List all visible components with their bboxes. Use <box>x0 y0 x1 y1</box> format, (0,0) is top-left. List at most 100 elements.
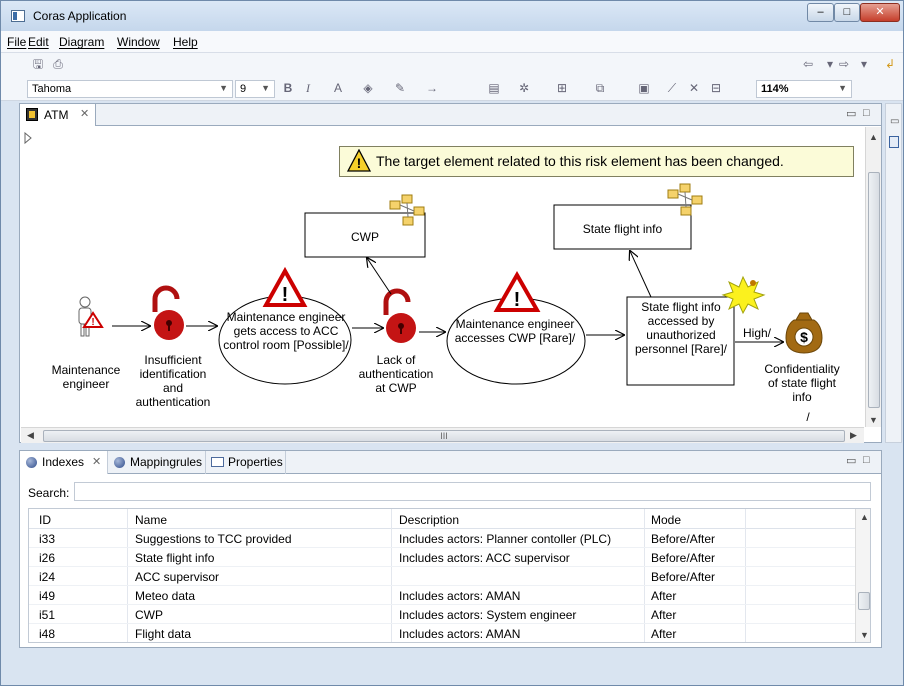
diagram-file-icon <box>26 108 38 121</box>
vulnerability-label-2[interactable]: Lack of authentication at CWP <box>353 353 439 395</box>
menu-file[interactable]: File <box>7 35 26 49</box>
minimize-panel-icon[interactable]: ▭ <box>846 454 856 467</box>
menu-edit[interactable]: Edit <box>28 35 49 49</box>
open-padlock-icon-2 <box>383 288 416 343</box>
search-input[interactable] <box>74 482 871 501</box>
actor-label[interactable]: Maintenance engineer <box>49 363 123 391</box>
cell-name: Flight data <box>135 627 192 641</box>
vulnerability-label-1[interactable]: Insufficient identification and authenti… <box>133 353 213 409</box>
cell-id: i24 <box>39 570 56 584</box>
save-icon[interactable]: 🖫 <box>31 57 45 71</box>
fill-color-icon[interactable]: ◈ <box>361 81 375 95</box>
tab-mappingrules-label: Mappingrules <box>130 455 203 469</box>
cell-id: i33 <box>39 532 56 546</box>
arrange-icon[interactable]: ✲ <box>517 81 531 95</box>
table-row[interactable]: i49 Meteo data Includes actors: AMAN Aft… <box>29 586 855 605</box>
svg-text:$: $ <box>800 329 808 345</box>
tab-indexes[interactable]: Indexes ✕ <box>20 451 108 474</box>
app-window: Coras Application – □ ✕ File Edit Diagra… <box>0 0 904 686</box>
money-bag-icon: $ <box>785 312 823 354</box>
tab-atm[interactable]: ATM ✕ <box>20 104 96 126</box>
print-icon[interactable]: ⎙ <box>51 57 65 71</box>
tab-mappingrules[interactable]: Mappingrules <box>108 451 206 474</box>
cell-name: Meteo data <box>135 589 196 603</box>
scenario-label-2[interactable]: Maintenance engineer accesses CWP [Rare]… <box>448 317 582 345</box>
editor-horizontal-scrollbar[interactable]: ◀ III ▶ <box>21 427 864 443</box>
zoom-value: 114% <box>761 83 789 95</box>
maximize-panel-icon[interactable]: □ <box>863 107 870 119</box>
close-tab-icon[interactable]: ✕ <box>92 455 101 468</box>
cell-id: i26 <box>39 551 56 565</box>
diagram-canvas[interactable]: ! ! ! $ ! The target element related to … <box>21 127 864 427</box>
select-all-icon[interactable]: ▤ <box>487 81 501 95</box>
cell-description: Includes actors: AMAN <box>399 589 521 603</box>
cell-mode: After <box>651 589 677 603</box>
col-name-header[interactable]: Name <box>135 513 167 527</box>
table-row[interactable]: i51 CWP Includes actors: System engineer… <box>29 605 855 624</box>
zoom-fit-icon[interactable]: ▣ <box>637 81 651 95</box>
scroll-down-icon[interactable]: ▼ <box>869 415 878 425</box>
route-icon[interactable]: ⟋ <box>665 81 679 95</box>
zoom-select[interactable]: 114% ▼ <box>756 80 852 98</box>
bottom-views: Indexes ✕ Mappingrules Properties ▭ □ Se… <box>19 450 882 648</box>
human-threat-icon: ! <box>78 296 104 337</box>
format-toolbar: Tahoma ▼ 9 ▼ B I A ◈ ✎ → ▤ ✲ ⊞ ⧉ ▣ ⟋ ✕ ⊟… <box>1 77 903 101</box>
editor-vscroll-thumb[interactable] <box>868 172 880 408</box>
col-id-header[interactable]: ID <box>39 513 51 527</box>
close-tab-icon[interactable]: ✕ <box>80 107 89 120</box>
italic-icon[interactable]: I <box>301 81 315 95</box>
scroll-left-icon[interactable]: ◀ <box>27 430 34 441</box>
menu-window[interactable]: Window <box>117 35 160 49</box>
cell-mode: Before/After <box>651 570 716 584</box>
outline-icon[interactable] <box>889 136 899 148</box>
font-color-icon[interactable]: A <box>331 81 345 95</box>
cwp-asset-label[interactable]: CWP <box>305 230 425 244</box>
menu-help[interactable]: Help <box>173 35 198 49</box>
scenario-label-1[interactable]: Maintenance engineer gets access to ACC … <box>223 310 349 352</box>
scroll-down-icon[interactable]: ▼ <box>860 630 869 640</box>
layout-icon[interactable]: ⊟ <box>709 81 723 95</box>
close-button[interactable]: ✕ <box>860 3 900 22</box>
bold-icon[interactable]: B <box>281 81 295 95</box>
scroll-up-icon[interactable]: ▲ <box>860 512 869 522</box>
font-size-select[interactable]: 9 ▼ <box>235 80 275 98</box>
editor-vertical-scrollbar[interactable]: ▲ ▼ <box>865 127 881 427</box>
svg-text:!: ! <box>91 317 94 328</box>
line-color-icon[interactable]: ✎ <box>393 81 407 95</box>
table-vertical-scrollbar[interactable]: ▲ ▼ <box>855 509 870 642</box>
minimize-button[interactable]: – <box>807 3 834 22</box>
editor-tab-bar: ATM ✕ ▭ □ <box>20 104 881 126</box>
table-vscroll-thumb[interactable] <box>858 592 870 610</box>
navigate-forward-icon[interactable]: ⇨ <box>837 57 851 71</box>
font-select[interactable]: Tahoma ▼ <box>27 80 233 98</box>
table-row[interactable]: i33 Suggestions to TCC provided Includes… <box>29 529 855 548</box>
cell-id: i49 <box>39 589 56 603</box>
minimize-panel-icon[interactable]: ▭ <box>846 107 856 120</box>
editor-hscroll-thumb[interactable]: III <box>43 430 845 442</box>
col-mode-header[interactable]: Mode <box>651 513 681 527</box>
sfi-asset-label[interactable]: State flight info <box>554 222 691 236</box>
menu-diagram[interactable]: Diagram <box>59 35 104 49</box>
restore-icon[interactable]: ▭ <box>890 116 899 127</box>
back-dropdown-icon[interactable]: ▾ <box>823 57 837 71</box>
table-row[interactable]: i48 Flight data Includes actors: AMAN Af… <box>29 624 855 642</box>
forward-dropdown-icon[interactable]: ▾ <box>857 57 871 71</box>
table-row[interactable]: i24 ACC supervisor Before/After <box>29 567 855 586</box>
scroll-up-icon[interactable]: ▲ <box>869 132 878 142</box>
maximize-panel-icon[interactable]: □ <box>863 454 870 466</box>
consequence-label[interactable]: High/ <box>743 326 783 340</box>
size-icon[interactable]: ⧉ <box>593 81 607 95</box>
table-row[interactable]: i26 State flight info Includes actors: A… <box>29 548 855 567</box>
cell-mode: Before/After <box>651 532 716 546</box>
align-icon[interactable]: ⊞ <box>555 81 569 95</box>
incident-label[interactable]: State flight info accessed by unauthoriz… <box>631 300 731 356</box>
confidentiality-label[interactable]: Confidentiality of state flight info <box>759 362 845 404</box>
perspective-icon[interactable]: ↲ <box>883 57 897 71</box>
tab-properties[interactable]: Properties <box>206 451 286 474</box>
scroll-right-icon[interactable]: ▶ <box>850 430 857 441</box>
line-style-icon[interactable]: → <box>425 81 439 95</box>
col-description-header[interactable]: Description <box>399 513 459 527</box>
navigate-back-icon[interactable]: ⇦ <box>801 57 815 71</box>
maximize-button[interactable]: □ <box>834 3 860 22</box>
remove-route-icon[interactable]: ✕ <box>687 81 701 95</box>
